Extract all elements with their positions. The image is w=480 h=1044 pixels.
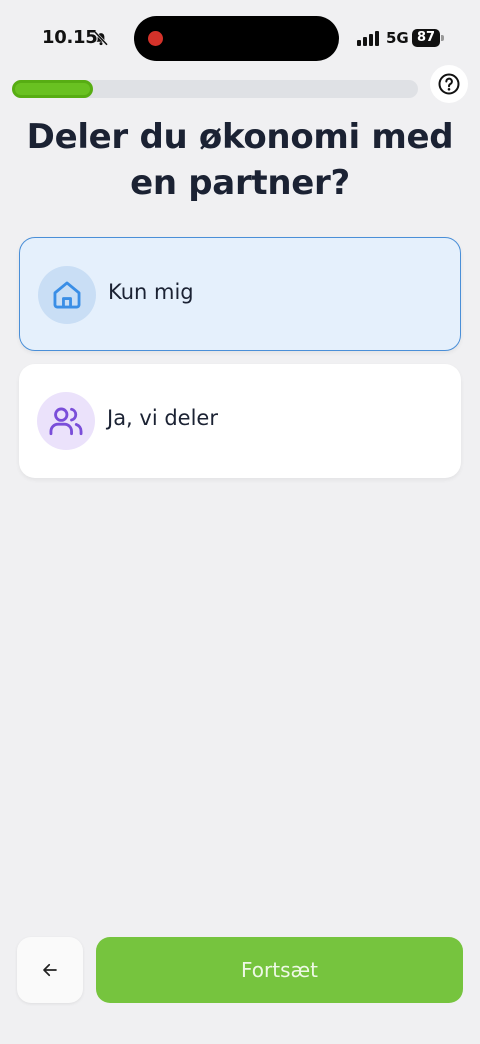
network-type: 5G [386, 29, 409, 47]
progress-fill [12, 80, 93, 98]
option-icon-badge [37, 392, 95, 450]
option-ja-vi-deler[interactable]: Ja, vi deler [19, 364, 461, 478]
help-button[interactable] [430, 65, 468, 103]
option-icon-badge [38, 266, 96, 324]
option-label: Kun mig [108, 280, 194, 304]
signal-icon [357, 30, 381, 46]
page-title: Deler du økonomi med en partner? [26, 117, 454, 203]
bell-muted-icon [94, 31, 108, 46]
continue-button[interactable]: Fortsæt [96, 937, 463, 1003]
option-label: Ja, vi deler [107, 406, 218, 430]
battery-level: 87 [416, 30, 436, 45]
users-icon [49, 407, 83, 436]
back-button[interactable] [17, 937, 83, 1003]
dynamic-island [134, 16, 339, 61]
continue-label: Fortsæt [241, 958, 318, 982]
battery-icon: 87 [412, 29, 440, 47]
question-circle-icon [438, 73, 460, 95]
battery-cap [441, 35, 444, 41]
house-icon [53, 281, 81, 309]
arrow-left-icon [43, 963, 57, 977]
status-time: 10.15 [42, 27, 98, 48]
status-bar: 10.15 5G 87 [0, 0, 480, 70]
recording-indicator [148, 31, 163, 46]
progress-bar [12, 80, 418, 98]
option-kun-mig[interactable]: Kun mig [19, 237, 461, 351]
